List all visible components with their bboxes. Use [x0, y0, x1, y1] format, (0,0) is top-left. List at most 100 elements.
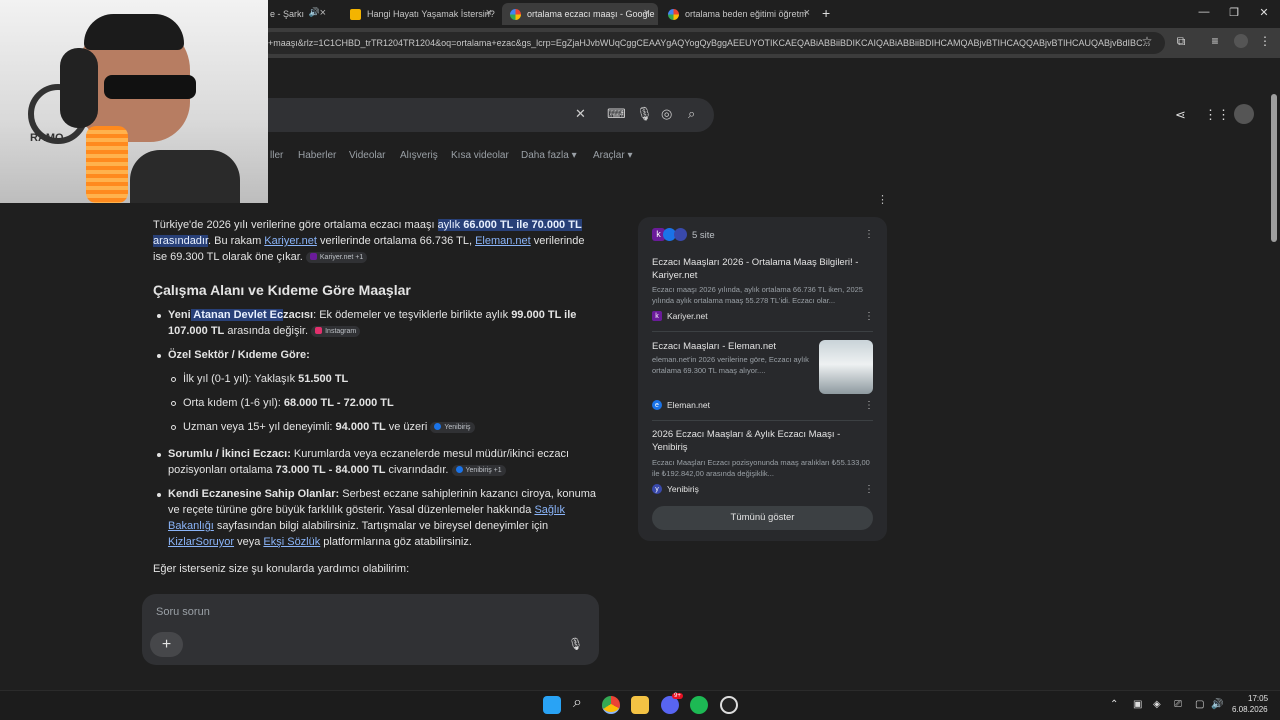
- close-window-button[interactable]: ✕: [1254, 6, 1274, 19]
- saglik-bakanligi-link[interactable]: Bakanlığı: [168, 520, 214, 532]
- eksi-sozluk-link[interactable]: Ekşi Sözlük: [263, 536, 320, 548]
- chair-logo-text: RAMO: [30, 132, 64, 144]
- highlight: Atanan Devlet Ec: [190, 309, 284, 321]
- new-tab-button[interactable]: +: [822, 5, 830, 21]
- source-title[interactable]: Eczacı Maaşları - Eleman.net: [652, 340, 812, 353]
- card-options-icon[interactable]: ⋮: [864, 229, 874, 240]
- steam-icon[interactable]: [720, 696, 738, 714]
- ask-input[interactable]: Soru sorun: [156, 606, 210, 618]
- site-name: Eleman.net: [667, 400, 710, 410]
- tab-beden[interactable]: ortalama beden eğitimi öğretm ×: [660, 3, 818, 25]
- source-options-icon[interactable]: ⋮: [864, 484, 874, 495]
- tab-label: Daha fazla: [521, 150, 569, 161]
- source-site[interactable]: y Yenibiriş: [652, 484, 699, 494]
- tab-videos[interactable]: Videolar: [349, 150, 386, 161]
- tray-app-icon[interactable]: ▢: [1195, 699, 1204, 710]
- share-icon[interactable]: ⋖: [1175, 107, 1186, 123]
- source-chip[interactable]: Yenibiriş: [430, 421, 475, 433]
- tab-song[interactable]: e - Şarkı 🔊 ×: [262, 3, 334, 25]
- tray-app-icon[interactable]: ◈: [1153, 699, 1161, 710]
- tab-eczaci[interactable]: ortalama eczacı maaşı - Google ×: [502, 3, 658, 25]
- value: 107.000 TL: [168, 325, 225, 337]
- show-all-button[interactable]: Tümünü göster: [652, 506, 873, 530]
- source-thumbnail[interactable]: [819, 340, 873, 394]
- sub-bullet: [171, 377, 176, 382]
- lens-icon[interactable]: ◎: [661, 106, 672, 122]
- windows-start-icon[interactable]: [543, 696, 561, 714]
- yenibiris-icon: y: [652, 484, 662, 494]
- close-icon[interactable]: ×: [804, 7, 810, 19]
- menu-icon[interactable]: ⋮: [1256, 34, 1274, 48]
- tab-news[interactable]: Haberler: [298, 150, 336, 161]
- minimize-button[interactable]: —: [1194, 6, 1214, 18]
- scrollbar-thumb[interactable]: [1271, 94, 1277, 242]
- media-icon[interactable]: ≡: [1206, 34, 1224, 48]
- site-name: Kariyer.net: [667, 311, 708, 321]
- search-icon[interactable]: ⌕: [573, 694, 582, 712]
- microphone-icon[interactable]: 🎙: [568, 637, 583, 651]
- tab-favicon: [350, 8, 361, 20]
- google-icon: [510, 8, 521, 20]
- more-options-icon[interactable]: ⋮: [877, 193, 888, 206]
- profile-avatar[interactable]: [1232, 34, 1250, 51]
- keyboard-icon[interactable]: ⌨: [607, 106, 626, 122]
- clear-icon[interactable]: ✕: [575, 106, 586, 122]
- source-options-icon[interactable]: ⋮: [864, 311, 874, 322]
- volume-icon[interactable]: 🔊: [1211, 699, 1223, 710]
- close-icon[interactable]: ×: [486, 7, 492, 19]
- tab-title: ortalama beden eğitimi öğretm: [685, 9, 807, 19]
- kariyer-link[interactable]: Kariyer.net: [264, 235, 317, 247]
- apps-icon[interactable]: ⋮⋮: [1204, 107, 1230, 123]
- text: Orta kıdem (1-6 yıl):: [183, 397, 284, 409]
- close-icon[interactable]: ×: [320, 7, 326, 19]
- source-chip[interactable]: Yenibiriş +1: [451, 464, 506, 476]
- tab-short-videos[interactable]: Kısa videolar: [451, 150, 509, 161]
- tab-hayat[interactable]: Hangi Hayatı Yaşamak İstersin? ×: [342, 3, 500, 25]
- kizlarsoruyor-link[interactable]: KizlarSoruyor: [168, 536, 234, 548]
- clock-time[interactable]: 17:05: [1248, 694, 1268, 703]
- person-body: [130, 150, 240, 203]
- text: sayfasından bilgi alabilirsiniz. Tartışm…: [213, 520, 549, 532]
- extensions-icon[interactable]: ⧉: [1172, 34, 1190, 49]
- source-options-icon[interactable]: ⋮: [864, 400, 874, 411]
- source-chip[interactable]: Kariyer.net +1: [305, 251, 368, 263]
- chrome-icon[interactable]: [602, 696, 620, 714]
- speaker-icon[interactable]: 🔊: [309, 7, 320, 18]
- yenibiris-icon: [674, 228, 687, 241]
- answer-paragraph: Türkiye'de 2026 yılı verilerine göre ort…: [153, 217, 593, 265]
- tray-app-icon[interactable]: ▣: [1133, 699, 1142, 710]
- microphone-icon[interactable]: 🎙: [636, 106, 653, 122]
- saglik-bakanligi-link[interactable]: Sağlık: [534, 504, 565, 516]
- source-site[interactable]: e Eleman.net: [652, 400, 710, 410]
- eleman-link[interactable]: Eleman.net: [475, 235, 531, 247]
- tray-app-icon[interactable]: ⎚: [1174, 699, 1182, 710]
- list-item: Sorumlu / İkinci Eczacı: Kurumlarda veya…: [168, 446, 598, 478]
- text: pozisyonları ortalama: [168, 464, 276, 476]
- file-explorer-icon[interactable]: [631, 696, 649, 714]
- source-title[interactable]: Eczacı Maaşları 2026 - Ortalama Maaş Bil…: [652, 256, 867, 282]
- text: verilerinde: [530, 235, 585, 247]
- clock-date[interactable]: 6.08.2026: [1232, 705, 1268, 714]
- maximize-button[interactable]: ❐: [1224, 6, 1244, 19]
- tab-title: ortalama eczacı maaşı - Google: [527, 9, 655, 19]
- tab-images[interactable]: ller: [270, 150, 283, 161]
- highlight: aylık 66.000 TL ile 70.000 TL: [437, 219, 582, 231]
- search-icon[interactable]: ⌕: [688, 106, 695, 122]
- ask-box[interactable]: [142, 594, 599, 665]
- account-avatar[interactable]: [1234, 104, 1254, 124]
- highlight: arasındadır: [153, 235, 209, 247]
- tab-tools[interactable]: Araçlar ▾: [593, 150, 633, 161]
- eleman-icon: e: [652, 400, 662, 410]
- source-chip[interactable]: Instagram: [311, 325, 361, 337]
- tray-overflow-icon[interactable]: ⌃: [1110, 699, 1118, 710]
- close-icon[interactable]: ×: [644, 7, 650, 19]
- text: . Bu rakam: [208, 235, 265, 247]
- star-icon[interactable]: ☆: [1138, 34, 1156, 48]
- add-button[interactable]: +: [150, 632, 183, 657]
- address-bar[interactable]: +maaşı&rlz=1C1CHBD_trTR1204TR1204&oq=ort…: [260, 32, 1165, 54]
- tab-more[interactable]: Daha fazla ▾: [521, 150, 577, 161]
- spotify-icon[interactable]: [690, 696, 708, 714]
- tab-shopping[interactable]: Alışveriş: [400, 150, 438, 161]
- source-title[interactable]: 2026 Eczacı Maaşları & Aylık Eczacı Maaş…: [652, 428, 867, 454]
- source-site[interactable]: k Kariyer.net: [652, 311, 708, 321]
